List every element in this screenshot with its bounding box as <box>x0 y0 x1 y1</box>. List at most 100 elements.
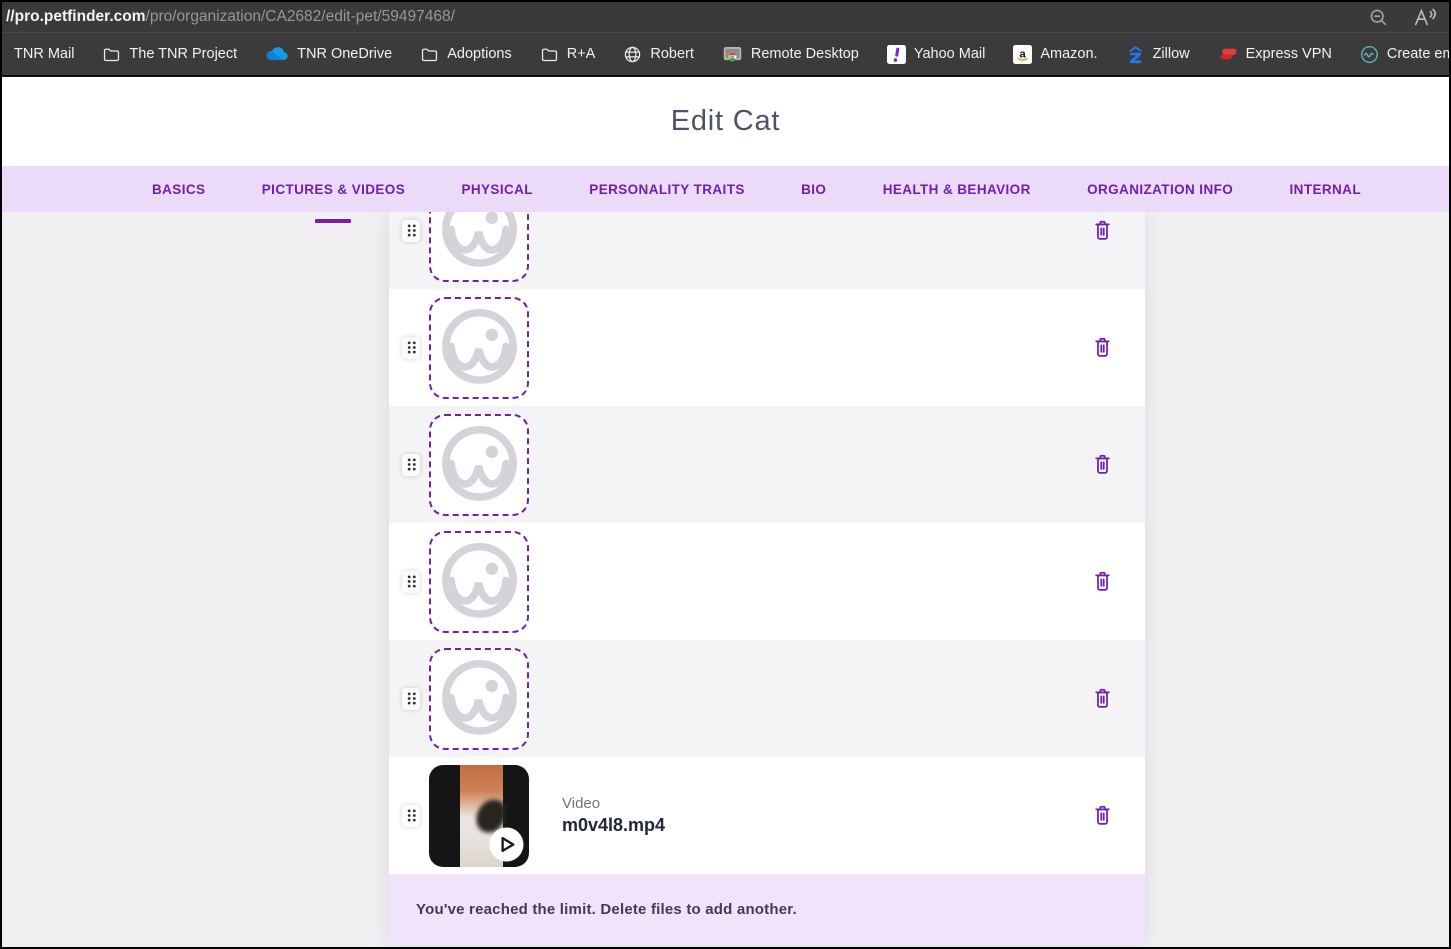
url-domain: //pro.petfinder.com <box>6 8 146 25</box>
tab-pictures-videos[interactable]: PICTURES & VIDEOS <box>261 181 406 223</box>
bookmark-remote-desktop[interactable]: Remote Desktop <box>722 45 859 63</box>
active-tab-underline <box>315 218 352 223</box>
tab-organization-info[interactable]: ORGANIZATION INFO <box>1087 182 1233 197</box>
delete-media-button[interactable] <box>1090 685 1115 712</box>
media-list: Video m0v4l8.mp4 <box>389 212 1145 874</box>
expressvpn-icon <box>1218 45 1238 63</box>
yahoo-icon <box>886 44 906 64</box>
folder-icon <box>540 45 559 64</box>
svg-text:a: a <box>1020 48 1027 60</box>
media-row-placeholder <box>389 523 1145 640</box>
bookmark-amazon[interactable]: a Amazon. <box>1013 44 1098 64</box>
video-filename: m0v4l8.mp4 <box>562 815 666 835</box>
bookmark-create-email-distrib[interactable]: Create email distrib... <box>1360 45 1449 64</box>
tab-label: HEALTH & BEHAVIOR <box>882 181 1031 197</box>
bookmark-label: TNR OneDrive <box>297 46 393 62</box>
limit-message: You've reached the limit. Delete files t… <box>416 901 797 918</box>
bookmark-label: R+A <box>566 46 596 62</box>
bookmark-zillow[interactable]: Zillow <box>1126 45 1190 64</box>
globe-icon <box>623 45 642 64</box>
bookmark-label: Create email distrib... <box>1386 46 1449 62</box>
page-header: Edit Cat <box>2 77 1449 166</box>
delete-media-button[interactable] <box>1090 451 1115 478</box>
folder-icon <box>420 45 439 64</box>
drag-handle-icon[interactable] <box>402 336 420 359</box>
tab-label: INTERNAL <box>1289 181 1361 197</box>
bookmark-label: Yahoo Mail <box>913 46 986 62</box>
pet-face-icon <box>437 654 522 744</box>
tab-physical[interactable]: PHYSICAL <box>461 182 532 197</box>
folder-icon <box>102 45 121 64</box>
tab-label: BASICS <box>152 181 206 197</box>
address-text[interactable]: //pro.petfinder.com/pro/organization/CA2… <box>6 8 455 26</box>
tab-personality-traits[interactable]: PERSONALITY TRAITS <box>589 182 744 197</box>
photo-upload-placeholder[interactable] <box>429 413 529 516</box>
browser-window: //pro.petfinder.com/pro/organization/CA2… <box>0 0 1451 949</box>
page-title: Edit Cat <box>670 105 781 137</box>
drag-handle-icon[interactable] <box>402 804 420 827</box>
tab-bar: BASICS PICTURES & VIDEOS PHYSICAL PERSONALI… <box>2 166 1449 223</box>
wave-icon <box>1360 45 1379 64</box>
bookmark-tnr-onedrive[interactable]: TNR OneDrive <box>265 46 392 62</box>
bookmark-label: Zillow <box>1152 46 1190 62</box>
video-meta: Video m0v4l8.mp4 <box>562 795 665 836</box>
tab-bio[interactable]: BIO <box>801 182 826 197</box>
zoom-out-icon[interactable] <box>1368 7 1389 28</box>
bookmark-express-vpn[interactable]: Express VPN <box>1218 45 1332 63</box>
tab-health-behavior[interactable]: HEALTH & BEHAVIOR <box>883 182 1031 197</box>
photo-upload-placeholder[interactable] <box>429 647 529 750</box>
delete-media-button[interactable] <box>1090 217 1115 244</box>
bookmark-label: Remote Desktop <box>750 46 859 62</box>
bookmark-label: Robert <box>650 46 694 62</box>
media-row-placeholder <box>389 640 1145 757</box>
url-bar[interactable]: //pro.petfinder.com/pro/organization/CA2… <box>2 2 1449 32</box>
pet-face-icon <box>437 303 522 393</box>
content-area: Video m0v4l8.mp4 You've reached the limi… <box>2 212 1449 947</box>
bookmark-label: Amazon. <box>1040 46 1098 62</box>
onedrive-icon <box>265 46 289 62</box>
tab-label: PICTURES & VIDEOS <box>261 181 406 197</box>
media-row-video: Video m0v4l8.mp4 <box>389 757 1145 874</box>
bookmark-the-tnr-project[interactable]: The TNR Project <box>102 45 237 64</box>
tab-label: ORGANIZATION INFO <box>1087 181 1234 197</box>
zillow-icon <box>1126 45 1145 64</box>
media-row-placeholder <box>389 289 1145 406</box>
remote-desktop-icon <box>722 45 743 63</box>
delete-media-button[interactable] <box>1090 334 1115 361</box>
bookmark-label: TNR Mail <box>14 46 75 62</box>
media-row-placeholder <box>389 212 1145 289</box>
delete-media-button[interactable] <box>1090 802 1115 829</box>
tab-internal[interactable]: INTERNAL <box>1290 182 1361 197</box>
photo-upload-placeholder[interactable] <box>429 212 529 282</box>
drag-handle-icon[interactable] <box>402 687 420 710</box>
bookmark-tnr-mail[interactable]: TNR Mail <box>14 46 74 62</box>
read-aloud-icon[interactable] <box>1413 7 1437 27</box>
photo-upload-placeholder[interactable] <box>429 296 529 399</box>
tab-label: BIO <box>801 181 827 197</box>
tab-basics[interactable]: BASICS <box>152 182 205 197</box>
delete-media-button[interactable] <box>1090 568 1115 595</box>
bookmark-label: Adoptions <box>447 46 512 62</box>
photo-upload-placeholder[interactable] <box>429 530 529 633</box>
drag-handle-icon[interactable] <box>402 570 420 593</box>
url-path: /pro/organization/CA2682/edit-pet/594974… <box>145 8 455 25</box>
bookmark-label: The TNR Project <box>129 46 238 62</box>
bookmark-r-a[interactable]: R+A <box>540 45 596 64</box>
play-icon[interactable] <box>489 826 524 862</box>
video-kind-label: Video <box>562 795 601 812</box>
bookmark-adoptions[interactable]: Adoptions <box>420 45 512 64</box>
media-column: Video m0v4l8.mp4 You've reached the limi… <box>389 212 1145 945</box>
video-thumbnail[interactable] <box>429 764 529 867</box>
bookmark-label: Express VPN <box>1245 46 1332 62</box>
bookmarks-bar: TNR Mail The TNR Project TNR OneDrive Adopt… <box>2 32 1449 77</box>
pet-face-icon <box>437 212 522 276</box>
limit-banner: You've reached the limit. Delete files t… <box>389 874 1145 945</box>
drag-handle-icon[interactable] <box>402 453 420 476</box>
bookmark-yahoo-mail[interactable]: Yahoo Mail <box>886 44 986 64</box>
tab-label: PERSONALITY TRAITS <box>589 181 745 197</box>
pet-face-icon <box>437 537 522 627</box>
pet-face-icon <box>437 420 522 510</box>
bookmark-robert[interactable]: Robert <box>623 45 694 64</box>
drag-handle-icon[interactable] <box>402 219 420 242</box>
amazon-icon: a <box>1013 44 1033 64</box>
